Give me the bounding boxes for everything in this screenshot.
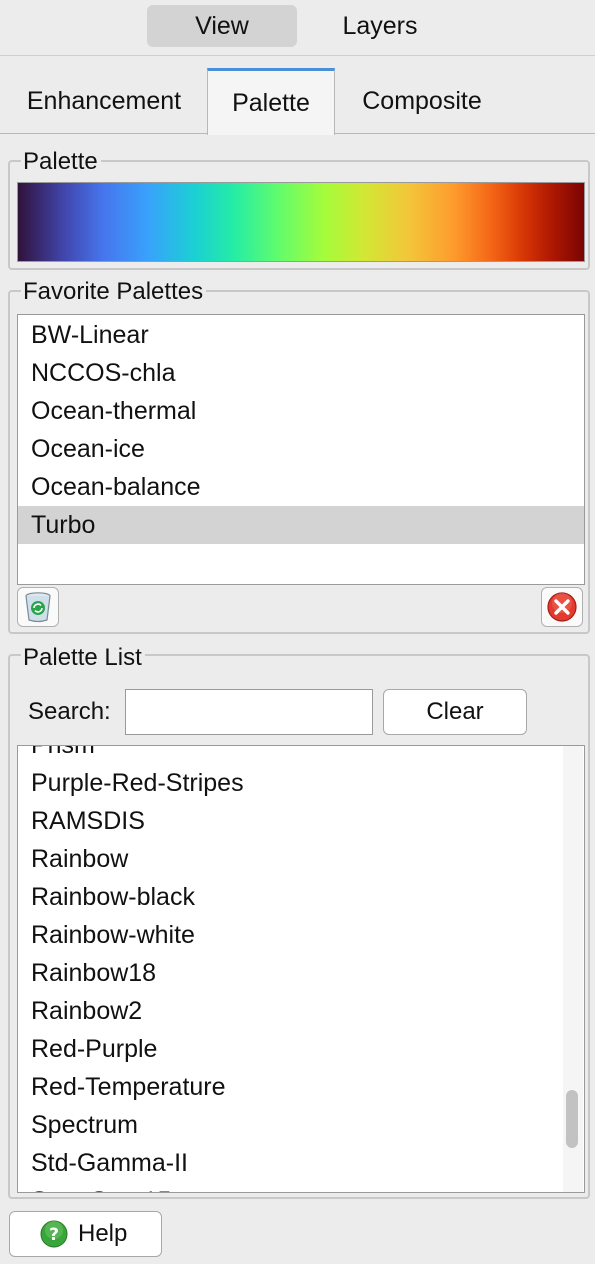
list-item[interactable]: Std-Gamma-II [18,1144,584,1182]
view-tab-label: View [195,11,249,40]
layers-tab[interactable]: Layers [305,5,455,47]
list-item[interactable]: Spectrum [18,1106,584,1144]
remove-favorite-button[interactable] [541,587,583,627]
tab-enhancement[interactable]: Enhancement [8,68,200,134]
list-item[interactable]: Rainbow2 [18,992,584,1030]
help-button[interactable]: ? Help [9,1211,162,1257]
palette-preview [17,182,585,262]
list-item[interactable]: BW-Linear [18,316,584,354]
help-button-label: Help [78,1220,128,1247]
list-item[interactable]: Ocean-balance [18,468,584,506]
tab-palette[interactable]: Palette [207,68,335,135]
favorite-palettes-list[interactable]: BW-Linear NCCOS-chla Ocean-thermal Ocean… [17,314,585,585]
list-item[interactable]: Ocean-ice [18,430,584,468]
tab-palette-label: Palette [232,88,310,117]
list-item[interactable]: Rainbow18 [18,954,584,992]
favorite-palettes-title: Favorite Palettes [21,278,207,306]
list-item[interactable]: Prism [18,746,584,764]
list-item[interactable]: Step-Seg-15 [18,1182,584,1192]
list-item[interactable]: Rainbow [18,840,584,878]
palette-list-title: Palette List [21,644,145,672]
scrollbar-thumb[interactable] [566,1090,578,1148]
tab-composite-label: Composite [362,86,482,115]
search-input[interactable] [125,689,373,735]
list-item[interactable]: Rainbow-black [18,878,584,916]
list-item[interactable]: Red-Purple [18,1030,584,1068]
list-item[interactable]: RAMSDIS [18,802,584,840]
view-tab[interactable]: View [147,5,297,47]
tab-enhancement-label: Enhancement [26,86,182,115]
list-item[interactable]: Rainbow-white [18,916,584,954]
help-icon: ? [40,1220,68,1248]
search-label: Search: [28,698,111,725]
tab-composite[interactable]: Composite [342,68,502,134]
clear-button[interactable]: Clear [383,689,527,735]
clear-button-label: Clear [426,698,484,725]
list-item[interactable]: Ocean-thermal [18,392,584,430]
list-item[interactable]: Purple-Red-Stripes [18,764,584,802]
list-item[interactable]: Red-Temperature [18,1068,584,1106]
recycle-bin-icon [25,592,51,623]
svg-text:?: ? [49,1225,59,1245]
list-item[interactable]: NCCOS-chla [18,354,584,392]
palette-list[interactable]: Prism Purple-Red-Stripes RAMSDIS Rainbow… [17,745,585,1193]
list-item-selected[interactable]: Turbo [18,506,584,544]
divider [0,55,595,56]
layers-tab-label: Layers [342,11,418,40]
palette-group-title: Palette [21,148,101,176]
delete-favorite-button[interactable] [17,587,59,627]
close-icon [547,592,577,622]
